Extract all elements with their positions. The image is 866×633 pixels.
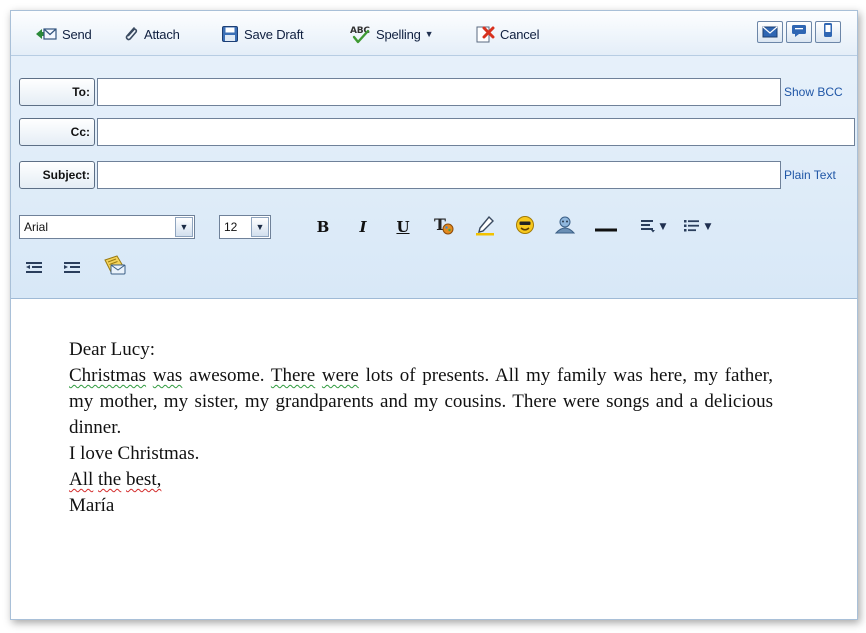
chevron-down-icon: ▼ xyxy=(251,217,269,237)
text-color-icon: T xyxy=(433,214,457,240)
message-body[interactable]: Dear Lucy: Christmas was awesome. There … xyxy=(11,299,857,619)
horizontal-line-icon xyxy=(594,218,618,237)
font-family-select[interactable]: Arial ▼ xyxy=(19,215,195,239)
spell-check-icon: ABC xyxy=(349,24,371,44)
to-input[interactable] xyxy=(97,78,781,106)
send-button[interactable]: Send xyxy=(35,23,92,45)
cc-button[interactable]: Cc: xyxy=(19,118,95,146)
spell-flagged-word: best, xyxy=(126,469,162,490)
grammar-flagged-word: was xyxy=(152,365,183,386)
chevron-down-icon: ▼ xyxy=(175,217,193,237)
message-text[interactable]: Dear Lucy: Christmas was awesome. There … xyxy=(69,337,773,519)
spelling-button[interactable]: ABC Spelling ▼ xyxy=(349,23,434,45)
indent-icon xyxy=(63,260,81,279)
mail-view-button[interactable] xyxy=(757,21,783,43)
font-size-select[interactable]: 12 ▼ xyxy=(219,215,271,239)
cancel-button[interactable]: Cancel xyxy=(475,23,539,45)
cc-row: Cc: xyxy=(19,118,855,146)
bold-button[interactable]: B xyxy=(311,215,335,239)
smiley-icon xyxy=(515,215,535,239)
chevron-down-icon: ▼ xyxy=(659,222,667,232)
bullet-list-button[interactable]: ▼ xyxy=(677,215,717,239)
to-row: To: Show BCC xyxy=(19,78,855,106)
love-line: I love Christmas. xyxy=(69,443,200,464)
envelope-icon xyxy=(762,23,778,42)
photo-icon xyxy=(554,215,576,239)
outdent-icon xyxy=(25,260,43,279)
closing-line: All the best, xyxy=(69,467,773,493)
stationery-icon xyxy=(101,254,127,280)
highlight-button[interactable] xyxy=(471,215,499,239)
toolbar: Send Attach Save Draft ABC Spelling ▼ Ca… xyxy=(11,11,857,56)
mobile-phone-icon xyxy=(823,22,833,42)
bullet-list-icon xyxy=(683,218,701,237)
paperclip-icon xyxy=(123,25,139,43)
stationery-button[interactable] xyxy=(99,255,129,279)
to-button[interactable]: To: xyxy=(19,78,95,106)
attach-button[interactable]: Attach xyxy=(123,23,180,45)
chevron-down-icon[interactable]: ▼ xyxy=(425,29,434,39)
align-button[interactable]: ▼ xyxy=(633,215,673,239)
text-color-button[interactable]: T xyxy=(431,215,459,239)
signature-line: María xyxy=(69,495,115,516)
greeting-line: Dear Lucy: xyxy=(69,339,155,360)
align-left-icon xyxy=(640,218,656,237)
compose-header: Send Attach Save Draft ABC Spelling ▼ Ca… xyxy=(11,11,857,299)
subject-input[interactable] xyxy=(97,161,781,189)
cc-input[interactable] xyxy=(97,118,855,146)
grammar-flagged-word: Christmas xyxy=(69,365,147,386)
plain-text-link[interactable]: Plain Text xyxy=(784,168,836,182)
floppy-disk-icon xyxy=(221,25,239,43)
underline-button[interactable]: U xyxy=(391,215,415,239)
chevron-down-icon: ▼ xyxy=(704,222,712,232)
grammar-flagged-word: were xyxy=(321,365,359,386)
chat-view-button[interactable] xyxy=(786,21,812,43)
send-mail-icon xyxy=(35,26,57,42)
paragraph-1: Christmas was awesome. There were lots o… xyxy=(69,365,773,438)
highlighter-pen-icon xyxy=(474,214,496,240)
spell-flagged-word: All xyxy=(69,469,94,490)
emoticon-button[interactable] xyxy=(511,215,539,239)
horizontal-rule-button[interactable] xyxy=(591,215,621,239)
mobile-view-button[interactable] xyxy=(815,21,841,43)
chat-bubble-icon xyxy=(791,23,807,42)
italic-button[interactable]: I xyxy=(351,215,375,239)
subject-label: Subject: xyxy=(19,161,95,189)
decrease-indent-button[interactable] xyxy=(21,257,47,281)
grammar-flagged-word: There xyxy=(270,365,316,386)
cancel-x-icon xyxy=(475,24,495,44)
save-draft-button[interactable]: Save Draft xyxy=(221,23,304,45)
show-bcc-link[interactable]: Show BCC xyxy=(784,85,843,99)
subject-row: Subject: Plain Text xyxy=(19,161,855,189)
view-toggle-group xyxy=(757,21,841,45)
spell-flagged-word: the xyxy=(98,469,122,490)
compose-window: Send Attach Save Draft ABC Spelling ▼ Ca… xyxy=(10,10,858,620)
insert-image-button[interactable] xyxy=(551,215,579,239)
increase-indent-button[interactable] xyxy=(59,257,85,281)
